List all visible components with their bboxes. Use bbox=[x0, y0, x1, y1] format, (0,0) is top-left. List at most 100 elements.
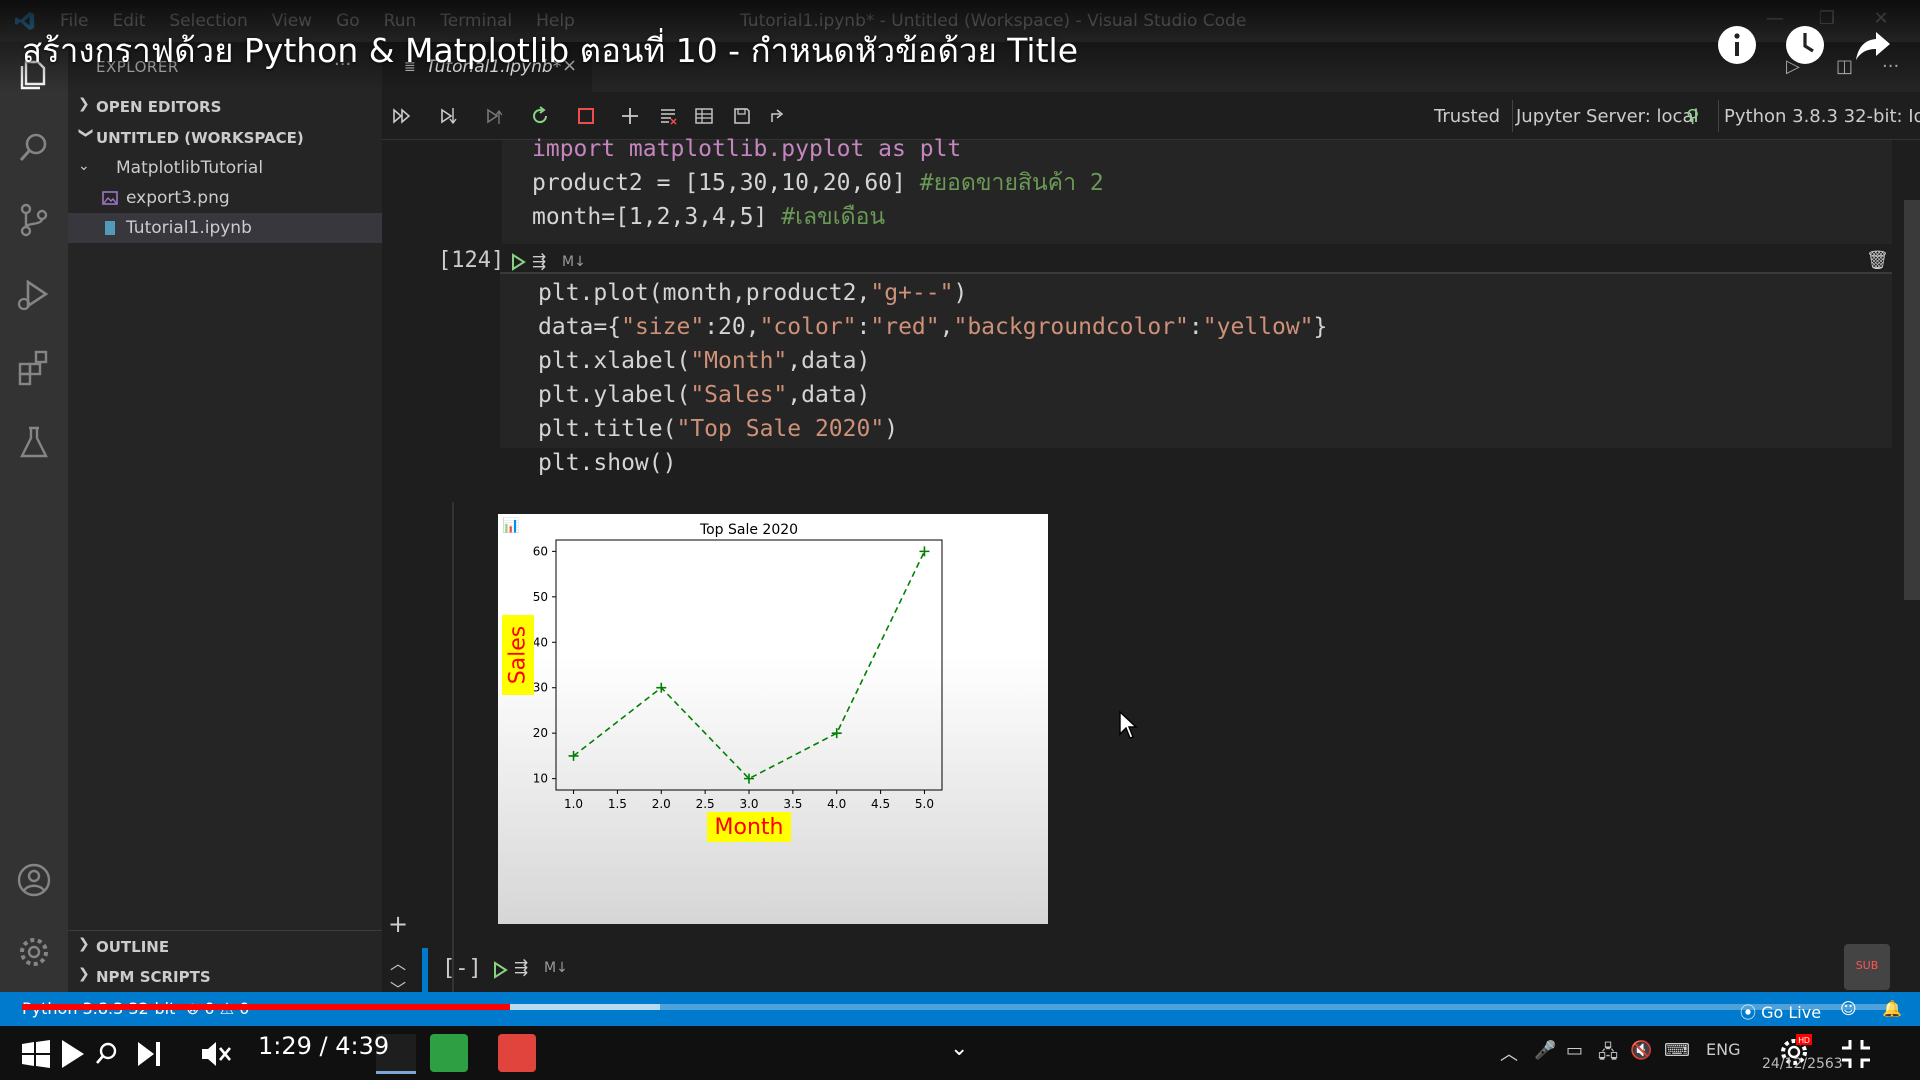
run-all-icon[interactable] bbox=[390, 104, 414, 128]
network-icon[interactable]: 🖧 bbox=[1598, 1040, 1618, 1070]
file-export3-png[interactable]: export3.png bbox=[68, 183, 382, 213]
trusted-label[interactable]: Trusted bbox=[1434, 106, 1500, 127]
video-play-icon[interactable] bbox=[54, 1036, 90, 1072]
taskbar-search-icon[interactable] bbox=[88, 1036, 124, 1072]
keyboard-icon[interactable]: ⌨ bbox=[1664, 1040, 1690, 1061]
extensions-icon[interactable] bbox=[14, 348, 54, 388]
x-tick-label: 3.5 bbox=[783, 797, 802, 811]
chevron-right-icon: ❯ bbox=[78, 96, 90, 112]
info-icon[interactable] bbox=[1716, 24, 1758, 66]
restart-kernel-icon[interactable] bbox=[528, 104, 552, 128]
code-line: data={"size":20,"color":"red","backgroun… bbox=[538, 310, 1327, 344]
testing-flask-icon[interactable] bbox=[14, 422, 54, 462]
share-arrow-icon[interactable] bbox=[1852, 24, 1894, 66]
video-progress-bar[interactable] bbox=[22, 1004, 1898, 1010]
chart-title: Top Sale 2020 bbox=[699, 522, 798, 538]
x-tick-label: 5.0 bbox=[915, 797, 934, 811]
source-control-icon[interactable] bbox=[14, 200, 54, 240]
search-icon[interactable] bbox=[14, 128, 54, 168]
image-file-icon bbox=[102, 191, 118, 205]
markdown-toggle-icon[interactable]: M↓ bbox=[544, 960, 568, 976]
code-line: month=[1,2,3,4,5] #เลขเดือน bbox=[532, 200, 885, 234]
y-axis-label: Sales bbox=[506, 626, 531, 685]
input-language[interactable]: ENG bbox=[1706, 1040, 1740, 1059]
divider bbox=[1512, 100, 1513, 132]
interrupt-kernel-icon[interactable] bbox=[574, 104, 598, 128]
section-outline[interactable]: ❯ OUTLINE bbox=[68, 932, 382, 962]
x-tick-label: 1.5 bbox=[608, 797, 627, 811]
clear-outputs-icon[interactable] bbox=[656, 104, 680, 128]
code-line: plt.ylabel("Sales",data) bbox=[538, 378, 870, 412]
x-tick-label: 3.0 bbox=[739, 797, 758, 811]
subscribe-watermark-icon[interactable]: SUB bbox=[1844, 944, 1890, 990]
folder-matplotlibtutorial[interactable]: ⌄ MatplotlibTutorial bbox=[68, 153, 382, 183]
section-open-editors[interactable]: ❯ OPEN EDITORS bbox=[68, 92, 382, 122]
section-label: OUTLINE bbox=[96, 938, 170, 956]
kernel-status[interactable]: Python 3.8.3 32-bit: Idle bbox=[1724, 106, 1920, 127]
markdown-toggle-icon[interactable]: M↓ bbox=[562, 254, 586, 270]
exit-fullscreen-icon[interactable] bbox=[1838, 1036, 1874, 1072]
code-comment: #ยอดขายสินค้า 2 bbox=[919, 170, 1104, 196]
move-cell-up-icon[interactable]: ︿ bbox=[390, 950, 406, 974]
file-tutorial1-ipynb[interactable]: Tutorial1.ipynb bbox=[68, 213, 382, 243]
chevron-right-icon: ❯ bbox=[78, 936, 90, 952]
chevron-down-icon[interactable]: ⌄ bbox=[950, 1036, 968, 1061]
watch-later-clock-icon[interactable] bbox=[1784, 24, 1826, 66]
code-text: data={ bbox=[538, 314, 622, 340]
plot-viewer-icon[interactable]: 📊 bbox=[502, 518, 519, 534]
chevron-right-icon: ❯ bbox=[78, 966, 90, 982]
add-cell-plus-icon[interactable]: + bbox=[388, 910, 408, 938]
line-chart: Top Sale 2020 1.0 1.5 2.0 2.5 3.0 3.5 4.0 4.5 5.0… bbox=[498, 514, 1048, 924]
run-by-line-icon[interactable]: ⇶ bbox=[532, 252, 546, 272]
export-icon[interactable] bbox=[766, 104, 790, 128]
execution-count: [124] bbox=[438, 248, 505, 273]
cell-output-gutter bbox=[452, 502, 454, 992]
volume-muted-icon[interactable] bbox=[198, 1036, 234, 1072]
run-debug-icon[interactable] bbox=[14, 274, 54, 314]
code-text: } bbox=[1313, 314, 1328, 340]
code-text: import matplotlib.pyplot as plt bbox=[532, 136, 962, 162]
green-app-taskbar-icon[interactable] bbox=[430, 1034, 468, 1072]
run-by-line-icon[interactable]: ⇶ bbox=[514, 958, 528, 978]
battery-icon[interactable]: ▭ bbox=[1566, 1040, 1583, 1061]
code-text: plt.ylabel( bbox=[538, 382, 691, 408]
save-icon[interactable] bbox=[730, 104, 754, 128]
code-line: plt.title("Top Sale 2020") bbox=[538, 412, 898, 446]
code-cell-124[interactable]: [124] ⇶ M↓ 🗑 plt.plot(month,product2,"g+… bbox=[382, 244, 1892, 500]
x-tick-label: 2.5 bbox=[696, 797, 715, 811]
section-npm-scripts[interactable]: ❯ NPM SCRIPTS bbox=[68, 962, 382, 992]
code-cell-empty[interactable]: [-] ⇶ M↓ bbox=[422, 948, 1892, 992]
settings-gear-icon[interactable] bbox=[14, 932, 54, 972]
video-time: 1:29 / 4:39 bbox=[258, 1032, 390, 1060]
folder-label: MatplotlibTutorial bbox=[116, 158, 264, 178]
cell-editor[interactable]: plt.plot(month,product2,"g+--") data={"s… bbox=[500, 272, 1892, 476]
run-cell-icon[interactable] bbox=[490, 960, 510, 980]
windows-start-icon[interactable] bbox=[18, 1036, 54, 1072]
editor-scrollbar[interactable] bbox=[1904, 200, 1920, 600]
account-icon[interactable] bbox=[14, 860, 54, 900]
video-title[interactable]: สร้างกราฟด้วย Python & Matplotlib ตอนที่… bbox=[22, 24, 1078, 77]
microphone-icon[interactable]: 🎤 bbox=[1534, 1040, 1556, 1061]
y-tick-label: 30 bbox=[533, 681, 548, 695]
editor-area: ≣ Tutorial1.ipynb* × ▷ ◫ ··· Trusted Jup… bbox=[382, 42, 1920, 1004]
divider bbox=[68, 930, 382, 931]
x-axis-label: Month bbox=[715, 815, 784, 840]
speaker-muted-icon[interactable]: 🔇 bbox=[1630, 1040, 1652, 1061]
video-next-icon[interactable] bbox=[132, 1036, 168, 1072]
code-text: plt.xlabel( bbox=[538, 348, 691, 374]
divider bbox=[1718, 100, 1719, 132]
add-cell-icon[interactable] bbox=[618, 104, 642, 128]
file-label: Tutorial1.ipynb bbox=[126, 218, 252, 238]
section-label: NPM SCRIPTS bbox=[96, 968, 211, 986]
delete-cell-icon[interactable]: 🗑 bbox=[1866, 250, 1889, 271]
jupyter-server-status[interactable]: Jupyter Server: local bbox=[1516, 106, 1699, 127]
run-cell-icon[interactable] bbox=[508, 252, 528, 272]
run-below-icon[interactable] bbox=[482, 104, 506, 128]
section-workspace[interactable]: ❯ UNTITLED (WORKSPACE) bbox=[68, 123, 382, 153]
go-live-button[interactable]: ⦿ Go Live bbox=[1740, 999, 1821, 1023]
red-app-taskbar-icon[interactable] bbox=[498, 1034, 536, 1072]
code-line: plt.plot(month,product2,"g+--") bbox=[538, 276, 967, 310]
tray-chevron-up-icon[interactable]: ︿ bbox=[1500, 1040, 1518, 1066]
variables-icon[interactable] bbox=[692, 104, 716, 128]
run-above-icon[interactable] bbox=[436, 104, 460, 128]
